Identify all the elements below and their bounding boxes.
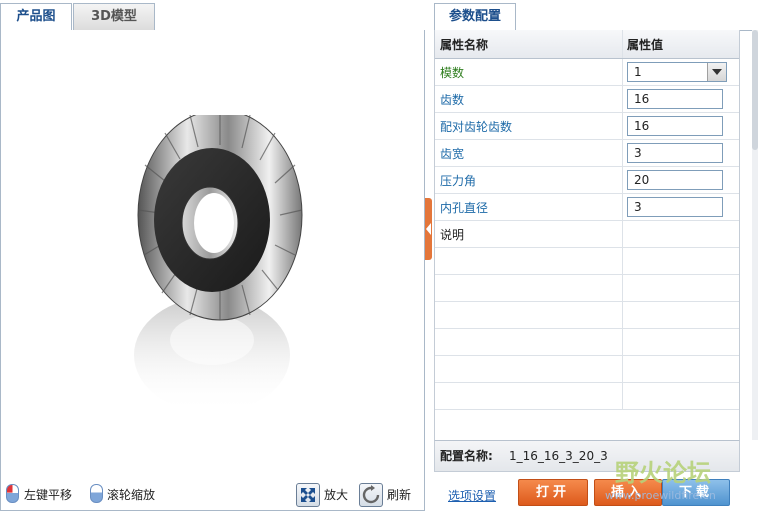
watermark-url: www.proewildfire.cn (605, 489, 716, 502)
watermark-logo: 野火论坛 www.proewildfire.cn (605, 453, 755, 513)
pressure-angle-input[interactable]: 20 (627, 170, 723, 190)
parameter-table: 属性名称 属性值 模数 1 齿数 16 配对齿轮齿数 16 齿宽 3 压力角 2… (435, 30, 739, 410)
table-row: 配对齿轮齿数 16 (435, 112, 739, 140)
tab-3d-model[interactable]: 3D模型 (73, 3, 155, 30)
open-button[interactable]: 打开 (518, 479, 588, 506)
pan-hint: 左键平移 (24, 488, 73, 502)
param-name-mating-teeth: 配对齿轮齿数 (435, 112, 623, 140)
table-row (435, 382, 739, 410)
teeth-input[interactable]: 16 (627, 89, 723, 109)
config-name-label: 配置名称: (440, 449, 493, 463)
refresh-label[interactable]: 刷新 (387, 482, 411, 508)
mating-teeth-input[interactable]: 16 (627, 116, 723, 136)
param-name-module: 模数 (435, 58, 623, 86)
bore-diameter-input[interactable]: 3 (627, 197, 723, 217)
viewer-controls: 左键平移 滚轮缩放 放大 刷新 (0, 482, 423, 508)
face-width-input[interactable]: 3 (627, 143, 723, 163)
table-row: 齿宽 3 (435, 139, 739, 167)
param-name-description: 说明 (435, 220, 623, 248)
table-row (435, 274, 739, 302)
collapse-panel-handle[interactable] (425, 198, 432, 260)
tab-product-image[interactable]: 产品图 (0, 3, 72, 31)
right-tab-strip: 参数配置 (434, 0, 758, 31)
table-row: 模数 1 (435, 58, 739, 86)
table-row (435, 355, 739, 383)
zoom-in-icon[interactable] (296, 483, 320, 507)
mouse-wheel-icon (90, 484, 103, 503)
table-row (435, 301, 739, 329)
table-row: 压力角 20 (435, 166, 739, 194)
chevron-down-icon[interactable] (707, 63, 726, 81)
panel-scrollbar[interactable] (752, 30, 758, 440)
refresh-icon[interactable] (359, 483, 383, 507)
module-select[interactable]: 1 (627, 62, 727, 82)
param-name-face-width: 齿宽 (435, 139, 623, 167)
bevel-gear-image (120, 109, 310, 420)
table-row: 齿数 16 (435, 85, 739, 113)
module-select-value: 1 (634, 65, 642, 79)
table-row: 说明 (435, 220, 739, 248)
zoom-in-label[interactable]: 放大 (324, 482, 348, 508)
left-tab-strip: 产品图 3D模型 (0, 0, 424, 31)
table-row (435, 247, 739, 275)
watermark-text: 野火论坛 (615, 459, 711, 487)
mouse-left-icon (6, 484, 19, 503)
scrollbar-thumb[interactable] (752, 30, 758, 150)
parameter-panel: 属性名称 属性值 模数 1 齿数 16 配对齿轮齿数 16 齿宽 3 压力角 2… (434, 30, 740, 441)
options-settings-link[interactable]: 选项设置 (448, 487, 496, 504)
header-attribute-value: 属性值 (622, 30, 739, 59)
description-value (622, 220, 739, 248)
table-row (435, 328, 739, 356)
param-name-bore-diameter: 内孔直径 (435, 193, 623, 221)
table-row: 内孔直径 3 (435, 193, 739, 221)
tab-parameter-config[interactable]: 参数配置 (434, 3, 516, 31)
param-name-pressure-angle: 压力角 (435, 166, 623, 194)
param-name-teeth: 齿数 (435, 85, 623, 113)
header-attribute-name: 属性名称 (435, 30, 623, 59)
config-name-value: 1_16_16_3_20_3 (509, 449, 608, 463)
zoom-wheel-hint: 滚轮缩放 (107, 488, 156, 502)
